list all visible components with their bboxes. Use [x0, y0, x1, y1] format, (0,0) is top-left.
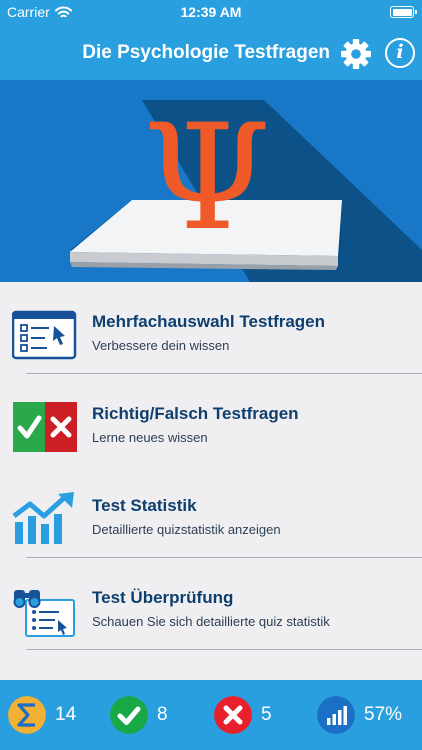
menu-item-subtitle: Lerne neues wissen [92, 430, 208, 445]
psi-on-paper-illustration: Ψ [70, 93, 422, 282]
menu-item-statistics[interactable]: Test Statistik Detaillierte quizstatisti… [0, 466, 422, 558]
progress-chart-icon [317, 696, 355, 734]
sigma-icon [8, 696, 46, 734]
menu-item-title: Mehrfachauswahl Testfragen [92, 312, 326, 331]
cross-icon [214, 696, 252, 734]
growth-chart-icon [12, 492, 74, 544]
true-false-icon [13, 402, 77, 452]
stat-correct: 8 [110, 696, 168, 734]
clock: 12:39 AM [180, 4, 242, 20]
stat-total: 14 [8, 696, 76, 734]
stat-total-value: 14 [55, 704, 77, 725]
stats-bar: 14 8 5 57% [0, 680, 422, 750]
info-icon[interactable]: i [385, 38, 415, 68]
menu-item-title: Test Statistik [92, 496, 197, 515]
main-menu: Mehrfachauswahl Testfragen Verbessere de… [0, 282, 422, 650]
battery-icon [390, 6, 417, 18]
menu-item-subtitle: Verbessere dein wissen [92, 338, 230, 353]
navigation-bar: Die Psychologie Testfragen i [0, 26, 422, 80]
checklist-icon [12, 310, 77, 360]
menu-item-title: Richtig/Falsch Testfragen [92, 404, 299, 423]
status-bar: Carrier 12:39 AM [0, 0, 422, 26]
menu-item-multiple-choice[interactable]: Mehrfachauswahl Testfragen Verbessere de… [0, 282, 422, 374]
hero-banner: Ψ [0, 80, 422, 282]
divider [26, 649, 422, 650]
stat-wrong: 5 [214, 696, 272, 734]
stat-percent-value: 57% [364, 704, 403, 725]
menu-item-review[interactable]: Test Überprüfung Schauen Sie sich detail… [0, 558, 422, 650]
review-binoculars-icon [13, 590, 75, 637]
check-icon [110, 696, 148, 734]
menu-item-subtitle: Schauen Sie sich detaillierte quiz stati… [92, 614, 330, 629]
app-title: Die Psychologie Testfragen [82, 42, 330, 63]
stat-wrong-value: 5 [261, 704, 272, 725]
gear-icon[interactable] [340, 38, 372, 70]
menu-item-title: Test Überprüfung [92, 588, 234, 607]
menu-item-subtitle: Detaillierte quizstatistik anzeigen [92, 522, 281, 537]
psi-symbol: Ψ [143, 93, 271, 263]
stat-correct-value: 8 [157, 704, 168, 725]
menu-item-true-false[interactable]: Richtig/Falsch Testfragen Lerne neues wi… [0, 374, 422, 466]
stat-percent: 57% [317, 696, 402, 734]
